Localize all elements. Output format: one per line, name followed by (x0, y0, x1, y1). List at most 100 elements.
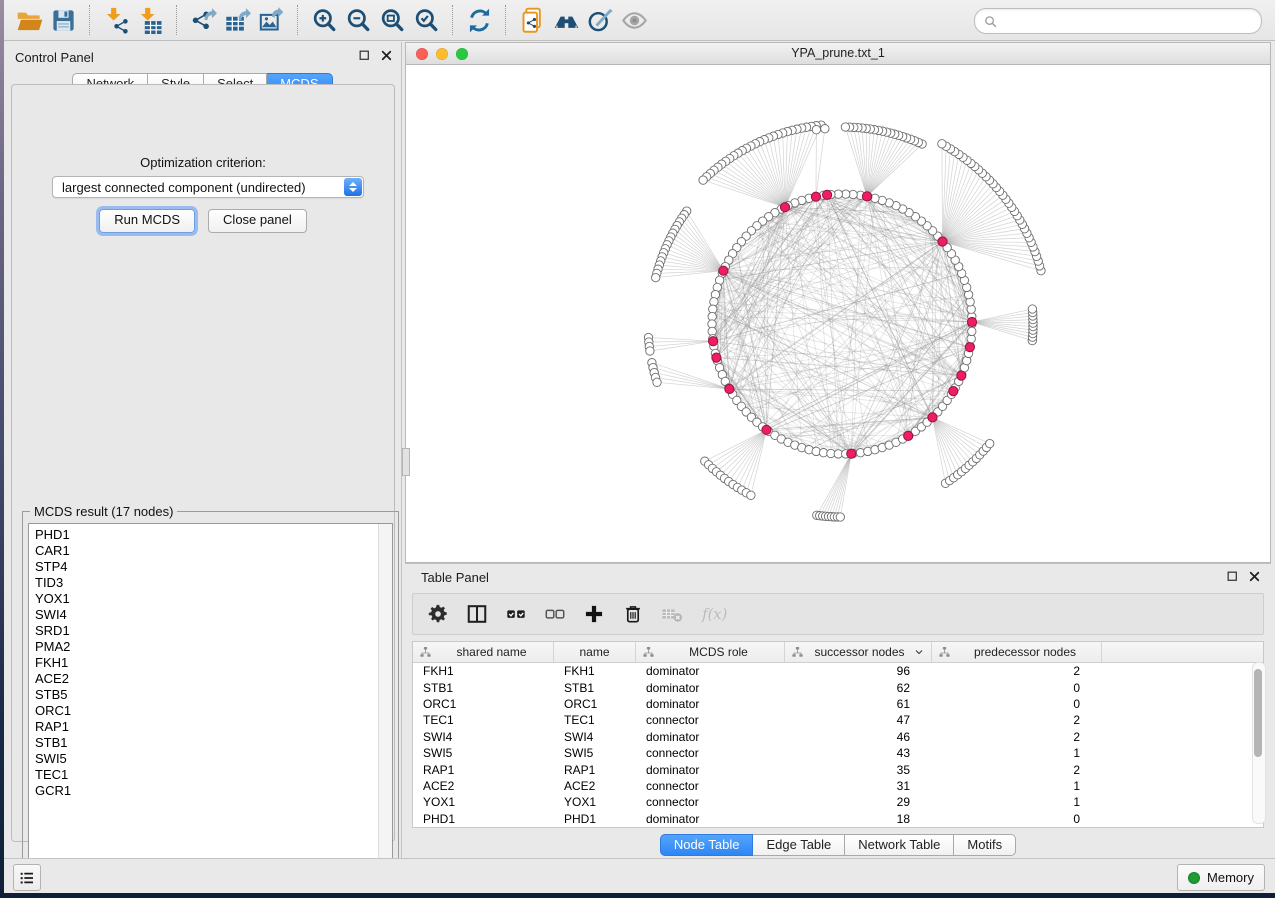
graph-mcds-hub-node[interactable] (928, 413, 937, 422)
column-header-successor-nodes[interactable]: successor nodes (785, 642, 932, 662)
close-panel-button[interactable]: Close panel (208, 209, 307, 233)
graph-node[interactable] (821, 125, 829, 133)
network-canvas[interactable] (406, 65, 1270, 562)
export-image-icon[interactable] (254, 4, 288, 36)
table-row[interactable]: RAP1RAP1dominator352 (413, 761, 1263, 777)
table-row[interactable]: ACE2ACE2connector311 (413, 778, 1263, 794)
run-mcds-button[interactable]: Run MCDS (99, 209, 195, 233)
table-row[interactable]: TEC1TEC1connector472 (413, 712, 1263, 728)
graph-mcds-hub-node[interactable] (949, 387, 958, 396)
graph-node[interactable] (812, 126, 820, 134)
create-column-icon[interactable] (583, 603, 605, 625)
graph-mcds-hub-node[interactable] (719, 266, 728, 275)
mcds-result-item[interactable]: YOX1 (29, 591, 392, 607)
zoom-selected-icon[interactable] (409, 4, 443, 36)
table-row[interactable]: SWI5SWI5connector431 (413, 745, 1263, 761)
first-neighbors-icon[interactable] (549, 4, 583, 36)
network-window-titlebar[interactable]: YPA_prune.txt_1 (406, 43, 1270, 65)
mcds-result-item[interactable]: STP4 (29, 559, 392, 575)
table-settings-icon[interactable] (427, 603, 449, 625)
column-header-MCDS-role[interactable]: MCDS role (636, 642, 785, 662)
graph-mcds-hub-node[interactable] (904, 431, 913, 440)
mcds-result-item[interactable]: ACE2 (29, 671, 392, 687)
table-row[interactable]: PHD1PHD1dominator180 (413, 811, 1263, 827)
tab-network-table[interactable]: Network Table (845, 834, 954, 856)
graph-mcds-hub-node[interactable] (762, 425, 771, 434)
task-history-button[interactable] (13, 864, 41, 891)
panel-splitter-handle[interactable] (402, 448, 410, 476)
optimization-criterion-select[interactable]: largest connected component (undirected) (52, 176, 364, 198)
import-network-icon[interactable] (99, 4, 133, 36)
close-panel-icon[interactable] (380, 49, 393, 62)
graph-mcds-hub-node[interactable] (957, 371, 966, 380)
delete-columns-icon[interactable] (622, 603, 644, 625)
graph-mcds-hub-node[interactable] (847, 449, 856, 458)
mcds-result-item[interactable]: TEC1 (29, 767, 392, 783)
tab-node-table[interactable]: Node Table (660, 834, 754, 856)
graph-node[interactable] (652, 273, 660, 281)
tab-motifs[interactable]: Motifs (954, 834, 1016, 856)
graph-mcds-hub-node[interactable] (965, 343, 974, 352)
mcds-result-item[interactable]: FKH1 (29, 655, 392, 671)
table-row[interactable]: STB1STB1dominator620 (413, 679, 1263, 695)
graph-node[interactable] (968, 327, 976, 335)
search-input[interactable] (998, 11, 1253, 31)
column-header-predecessor-nodes[interactable]: predecessor nodes (932, 642, 1102, 662)
graph-node[interactable] (841, 123, 849, 131)
deselect-all-icon[interactable] (544, 603, 566, 625)
graph-node[interactable] (699, 176, 707, 184)
mcds-result-item[interactable]: PHD1 (29, 527, 392, 543)
mcds-result-item[interactable]: SWI4 (29, 607, 392, 623)
zoom-out-icon[interactable] (341, 4, 375, 36)
vizmapper-icon[interactable] (583, 4, 617, 36)
float-panel-icon[interactable] (358, 49, 371, 62)
graph-node[interactable] (836, 513, 844, 521)
mcds-result-item[interactable]: GCR1 (29, 783, 392, 799)
mcds-result-item[interactable]: STB5 (29, 687, 392, 703)
graph-node[interactable] (938, 140, 946, 148)
graph-mcds-hub-node[interactable] (712, 353, 721, 362)
graph-mcds-hub-node[interactable] (823, 190, 832, 199)
close-table-panel-icon[interactable] (1248, 570, 1261, 583)
graph-mcds-hub-node[interactable] (862, 192, 871, 201)
graph-mcds-hub-node[interactable] (725, 384, 734, 393)
mcds-result-item[interactable]: CAR1 (29, 543, 392, 559)
mcds-result-item[interactable]: STB1 (29, 735, 392, 751)
table-scrollbar[interactable] (1252, 662, 1266, 824)
memory-button[interactable]: Memory (1177, 864, 1265, 891)
graph-node[interactable] (986, 439, 994, 447)
open-session-icon[interactable] (12, 4, 46, 36)
mcds-result-item[interactable]: SRD1 (29, 623, 392, 639)
show-columns-icon[interactable] (466, 603, 488, 625)
graph-node[interactable] (1028, 305, 1036, 313)
table-row[interactable]: SWI4SWI4dominator462 (413, 729, 1263, 745)
table-row[interactable]: ORC1ORC1dominator610 (413, 696, 1263, 712)
graph-mcds-hub-node[interactable] (709, 337, 718, 346)
graph-node[interactable] (747, 491, 755, 499)
graph-node[interactable] (646, 347, 654, 355)
mcds-result-item[interactable]: ORC1 (29, 703, 392, 719)
export-network-icon[interactable] (186, 4, 220, 36)
table-row[interactable]: YOX1YOX1connector291 (413, 794, 1263, 810)
graph-mcds-hub-node[interactable] (811, 192, 820, 201)
tab-edge-table[interactable]: Edge Table (753, 834, 845, 856)
graph-mcds-hub-node[interactable] (967, 317, 976, 326)
column-header-name[interactable]: name (554, 642, 636, 662)
zoom-in-icon[interactable] (307, 4, 341, 36)
zoom-fit-icon[interactable] (375, 4, 409, 36)
float-table-panel-icon[interactable] (1226, 570, 1239, 583)
graph-mcds-hub-node[interactable] (938, 237, 947, 246)
export-table-icon[interactable] (220, 4, 254, 36)
apply-layout-icon[interactable] (462, 4, 496, 36)
mcds-result-item[interactable]: PMA2 (29, 639, 392, 655)
save-session-icon[interactable] (46, 4, 80, 36)
new-network-from-selection-icon[interactable] (515, 4, 549, 36)
mcds-result-scrollbar[interactable] (378, 524, 392, 874)
mcds-result-item[interactable]: TID3 (29, 575, 392, 591)
select-all-icon[interactable] (505, 603, 527, 625)
mcds-result-item[interactable]: SWI5 (29, 751, 392, 767)
graph-node[interactable] (653, 378, 661, 386)
table-scrollbar-thumb[interactable] (1254, 669, 1262, 757)
show-hide-icon[interactable] (617, 4, 651, 36)
table-row[interactable]: FKH1FKH1dominator962 (413, 663, 1263, 679)
